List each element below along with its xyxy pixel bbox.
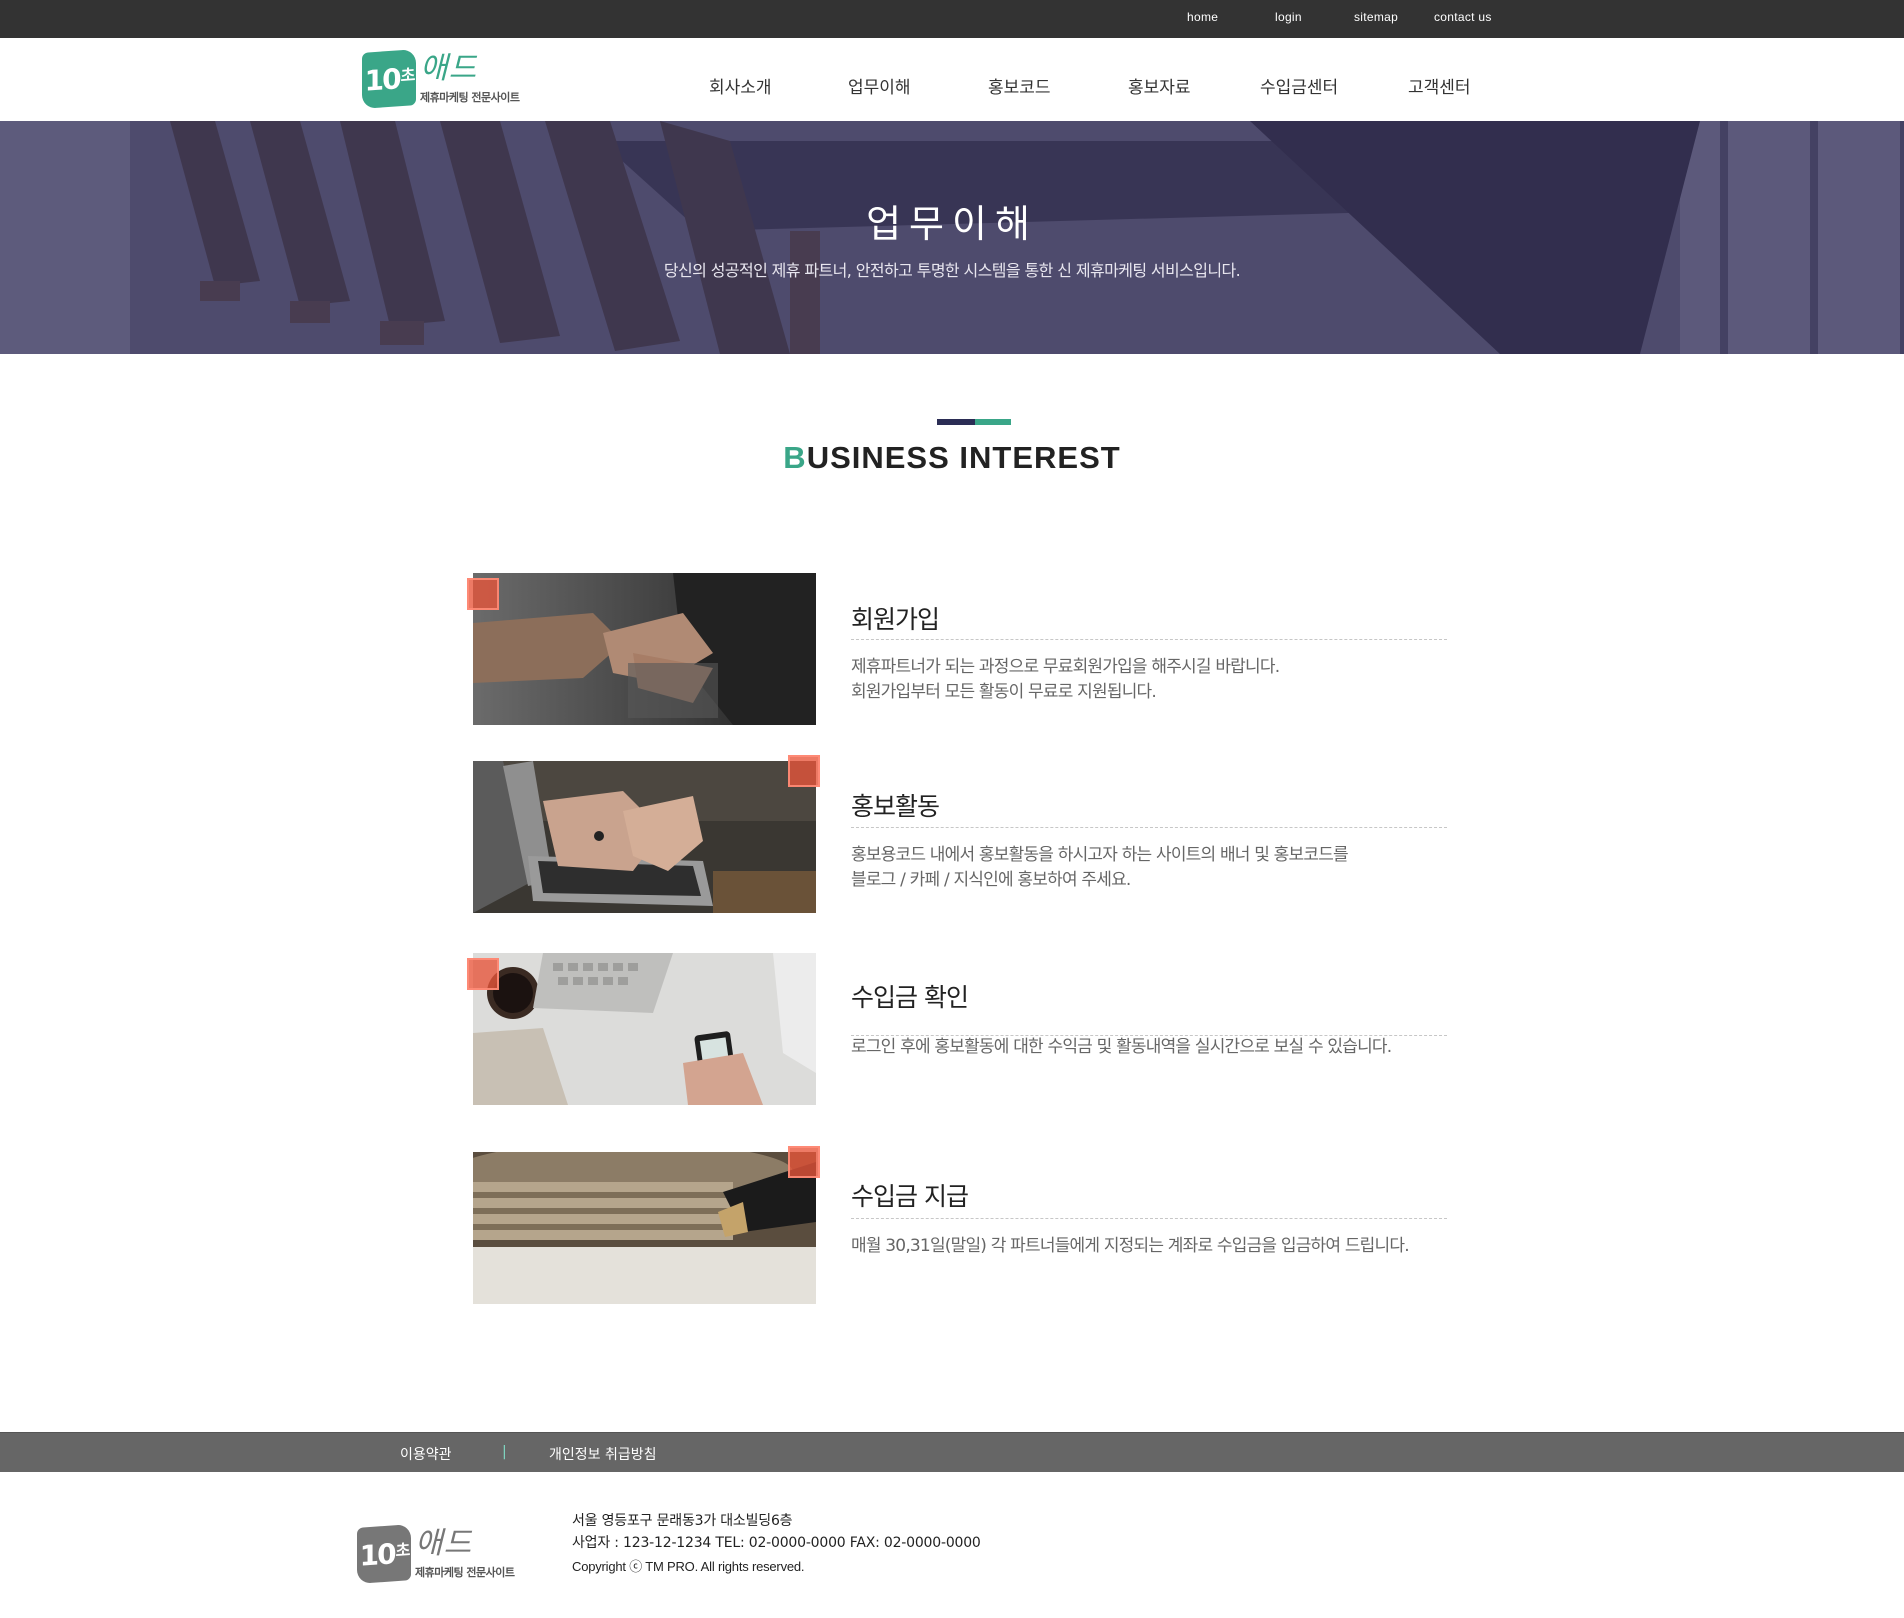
top-link-login[interactable]: login: [1275, 10, 1302, 24]
footer-link-privacy[interactable]: 개인정보 취급방침: [549, 1444, 657, 1464]
item-heading: 수입금 지급: [851, 1182, 969, 1211]
handshake-image: [473, 573, 816, 725]
item-heading: 수입금 확인: [851, 983, 969, 1012]
nav-item-earnings-center[interactable]: 수입금센터: [1260, 73, 1338, 98]
business-item-promotion: 홍보활동 홍보용코드 내에서 홍보활동을 하시고자 하는 사이트의 배너 및 홍…: [473, 755, 1447, 913]
business-item-payment: 수입금 지급 매월 30,31일(말일) 각 파트너들에게 지정되는 계좌로 수…: [473, 1146, 1447, 1304]
footer-links-bar: 이용약관 | 개인정보 취급방침: [0, 1432, 1904, 1472]
top-link-contact[interactable]: contact us: [1434, 10, 1492, 24]
item-description: 제휴파트너가 되는 과정으로 무료회원가입을 해주시길 바랍니다. 회원가입부터…: [851, 657, 1280, 702]
item-heading: 홍보활동: [851, 792, 940, 821]
nav-item-business[interactable]: 업무이해: [848, 73, 911, 98]
business-item-earnings-check: 수입금 확인 로그인 후에 홍보활동에 대한 수익금 및 활동내역을 실시간으로…: [467, 953, 1447, 1105]
item-description: 홍보용코드 내에서 홍보활동을 하시고자 하는 사이트의 배너 및 홍보코드를 …: [851, 845, 1349, 890]
logo-wordmark: 애드: [415, 1526, 473, 1561]
site-footer: 10 초 애드 제휴마케팅 전문사이트 서울 영등포구 문래동3가 대소빌딩6층 …: [0, 1472, 1904, 1618]
item-description: 로그인 후에 홍보활동에 대한 수익금 및 활동내역을 실시간으로 보실 수 있…: [851, 1037, 1392, 1057]
top-link-sitemap[interactable]: sitemap: [1354, 10, 1398, 24]
section-divider-navy: [937, 419, 975, 425]
footer-address: 서울 영등포구 문래동3가 대소빌딩6층: [572, 1513, 793, 1529]
section-title: BUSINESS INTEREST: [783, 440, 1121, 475]
top-utility-bar: home login sitemap contact us: [0, 0, 1904, 38]
corner-marker: [467, 578, 499, 610]
desk-phone-image: [473, 953, 816, 1105]
footer-copyright: Copyright ⓒ TM PRO. All rights reserved.: [572, 1559, 805, 1574]
item-description: 매월 30,31일(말일) 각 파트너들에게 지정되는 계좌로 수입금을 입금하…: [851, 1236, 1410, 1256]
footer-company-info: 서울 영등포구 문래동3가 대소빌딩6층 사업자 : 123-12-1234 T…: [572, 1510, 981, 1578]
footer-business-info: 사업자 : 123-12-1234 TEL: 02-0000-0000 FAX:…: [572, 1535, 981, 1551]
logo-badge: 10 초: [357, 1524, 411, 1584]
site-logo[interactable]: 10 초 애드 제휴마케팅 전문사이트: [362, 49, 520, 109]
nav-item-promo-material[interactable]: 홍보자료: [1128, 73, 1191, 98]
section-divider-green: [975, 419, 1011, 425]
item-heading: 회원가입: [851, 605, 940, 634]
nav-item-customer-center[interactable]: 고객센터: [1408, 73, 1471, 98]
nav-item-promo-code[interactable]: 홍보코드: [988, 73, 1051, 98]
laptop-typing-image: [473, 761, 816, 913]
corner-marker: [467, 958, 499, 990]
business-item-signup: 회원가입 제휴파트너가 되는 과정으로 무료회원가입을 해주시길 바랍니다. 회…: [467, 573, 1447, 725]
hero-banner: 업무이해 당신의 성공적인 제휴 파트너, 안전하고 투명한 시스템을 통한 신…: [0, 121, 1904, 354]
top-link-home[interactable]: home: [1187, 10, 1218, 24]
logo-tagline: 제휴마케팅 전문사이트: [420, 91, 520, 104]
footer-link-terms[interactable]: 이용약관: [400, 1444, 452, 1464]
corner-marker: [788, 755, 820, 787]
nav-item-company[interactable]: 회사소개: [709, 73, 772, 98]
logo-badge: 10 초: [362, 49, 416, 109]
footer-logo[interactable]: 10 초 애드 제휴마케팅 전문사이트: [357, 1524, 515, 1584]
footer-link-separator: |: [502, 1444, 507, 1460]
logo-tagline: 제휴마케팅 전문사이트: [415, 1566, 515, 1579]
corner-marker: [788, 1146, 820, 1178]
coins-pen-image: [473, 1152, 816, 1304]
site-header: 10 초 애드 제휴마케팅 전문사이트 회사소개 업무이해 홍보코드 홍보자료 수…: [0, 38, 1904, 121]
hero-subtitle: 당신의 성공적인 제휴 파트너, 안전하고 투명한 시스템을 통한 신 제휴마케…: [663, 261, 1241, 280]
logo-wordmark: 애드: [420, 51, 478, 86]
hero-title: 업무이해: [866, 202, 1038, 246]
